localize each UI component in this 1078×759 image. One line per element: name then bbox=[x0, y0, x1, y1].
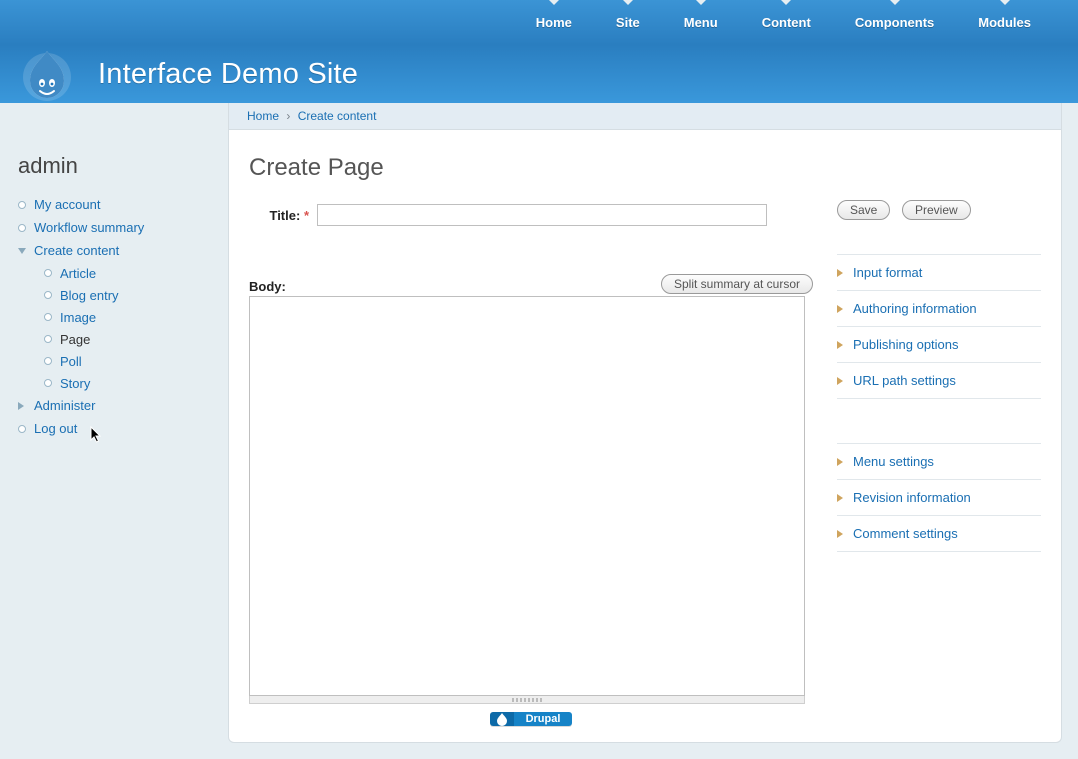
collapsed-arrow-icon bbox=[837, 530, 843, 538]
sidebar-item-label: Administer bbox=[34, 398, 95, 413]
main-panel: Home › Create content Create Page Title:… bbox=[228, 103, 1062, 743]
fieldset-label: Menu settings bbox=[853, 454, 934, 469]
fieldset-label: Authoring information bbox=[853, 301, 977, 316]
body-textarea[interactable] bbox=[249, 296, 805, 696]
bullet-icon bbox=[44, 313, 52, 321]
sidebar-item-page[interactable]: Page bbox=[44, 328, 218, 350]
fieldset-authoring-information[interactable]: Authoring information bbox=[837, 291, 1041, 327]
fieldset-label: Input format bbox=[853, 265, 922, 280]
breadcrumb-create-content[interactable]: Create content bbox=[298, 109, 377, 123]
sidebar: admin My account Workflow summary Create… bbox=[0, 103, 228, 450]
fieldset-publishing-options[interactable]: Publishing options bbox=[837, 327, 1041, 363]
sidebar-item-story[interactable]: Story bbox=[44, 372, 218, 394]
sidebar-item-create-content[interactable]: Create content bbox=[18, 239, 218, 262]
form-area: Create Page Title: * Body: Split summary… bbox=[249, 150, 813, 726]
bullet-icon bbox=[18, 201, 26, 209]
nav-content[interactable]: Content bbox=[740, 0, 833, 45]
fieldset-revision-information[interactable]: Revision information bbox=[837, 480, 1041, 516]
collapsed-arrow-icon bbox=[837, 305, 843, 313]
drupal-badge-label: Drupal bbox=[514, 712, 572, 726]
bullet-icon bbox=[44, 379, 52, 387]
bullet-icon bbox=[44, 335, 52, 343]
sidebar-item-administer[interactable]: Administer bbox=[18, 394, 218, 417]
breadcrumb: Home › Create content bbox=[229, 103, 1061, 130]
collapsed-arrow-icon bbox=[837, 377, 843, 385]
fieldset-label: URL path settings bbox=[853, 373, 956, 388]
sidebar-item-article[interactable]: Article bbox=[44, 262, 218, 284]
collapsed-arrow-icon bbox=[837, 458, 843, 466]
nav-site[interactable]: Site bbox=[594, 0, 662, 45]
sidebar-item-label: Page bbox=[60, 332, 90, 347]
sidebar-item-label: Workflow summary bbox=[34, 220, 144, 235]
site-title: Interface Demo Site bbox=[98, 58, 358, 91]
textarea-resize-handle[interactable] bbox=[249, 696, 805, 704]
sidebar-item-label: Story bbox=[60, 376, 90, 391]
title-label: Title: * bbox=[249, 208, 309, 223]
title-field-row: Title: * bbox=[249, 204, 813, 226]
collapsed-arrow-icon bbox=[837, 494, 843, 502]
sidebar-item-image[interactable]: Image bbox=[44, 306, 218, 328]
save-button[interactable]: Save bbox=[837, 200, 890, 220]
collapsed-icon bbox=[18, 402, 26, 410]
fieldset-label: Comment settings bbox=[853, 526, 958, 541]
required-marker: * bbox=[304, 208, 309, 223]
sidebar-item-blog-entry[interactable]: Blog entry bbox=[44, 284, 218, 306]
site-banner: Interface Demo Site bbox=[0, 45, 1078, 103]
fieldset-input-format[interactable]: Input format bbox=[837, 254, 1041, 291]
sidebar-item-log-out[interactable]: Log out bbox=[18, 417, 218, 440]
bullet-icon bbox=[18, 425, 26, 433]
sidebar-item-label: Poll bbox=[60, 354, 82, 369]
bullet-icon bbox=[44, 357, 52, 365]
fieldset-label: Publishing options bbox=[853, 337, 959, 352]
collapsed-arrow-icon bbox=[837, 341, 843, 349]
nav-modules[interactable]: Modules bbox=[956, 0, 1053, 45]
sidebar-item-label: Blog entry bbox=[60, 288, 119, 303]
sidebar-item-workflow-summary[interactable]: Workflow summary bbox=[18, 216, 218, 239]
fieldset-label: Revision information bbox=[853, 490, 971, 505]
nav-components[interactable]: Components bbox=[833, 0, 956, 45]
bullet-icon bbox=[44, 291, 52, 299]
sidebar-item-label: Article bbox=[60, 266, 96, 281]
page-title: Create Page bbox=[249, 154, 813, 182]
split-summary-button[interactable]: Split summary at cursor bbox=[661, 274, 813, 294]
drupal-badge[interactable]: Drupal bbox=[490, 712, 572, 726]
top-nav: Home Site Menu Content Components Module… bbox=[0, 0, 1078, 45]
sidebar-item-label: Image bbox=[60, 310, 96, 325]
sidebar-item-label: Create content bbox=[34, 243, 119, 258]
title-label-text: Title: bbox=[269, 208, 300, 223]
fieldset-url-path-settings[interactable]: URL path settings bbox=[837, 363, 1041, 399]
form-actions: Save Preview bbox=[837, 200, 1041, 220]
preview-button[interactable]: Preview bbox=[902, 200, 971, 220]
sidebar-item-my-account[interactable]: My account bbox=[18, 193, 218, 216]
collapsed-arrow-icon bbox=[837, 269, 843, 277]
drupal-logo-icon bbox=[20, 47, 74, 101]
bullet-icon bbox=[18, 224, 26, 232]
fieldset-menu-settings[interactable]: Menu settings bbox=[837, 443, 1041, 480]
sidebar-item-label: My account bbox=[34, 197, 100, 212]
body-label: Body: bbox=[249, 279, 286, 294]
breadcrumb-home[interactable]: Home bbox=[247, 109, 279, 123]
expanded-icon bbox=[18, 248, 26, 254]
title-input[interactable] bbox=[317, 204, 767, 226]
sidebar-item-poll[interactable]: Poll bbox=[44, 350, 218, 372]
nav-menu[interactable]: Menu bbox=[662, 0, 740, 45]
fieldset-comment-settings[interactable]: Comment settings bbox=[837, 516, 1041, 552]
sidebar-item-label: Log out bbox=[34, 421, 77, 436]
bullet-icon bbox=[44, 269, 52, 277]
sidebar-heading: admin bbox=[18, 153, 218, 179]
grip-icon bbox=[512, 698, 542, 702]
right-rail: Save Preview Input format Authoring info… bbox=[837, 150, 1041, 726]
breadcrumb-separator: › bbox=[286, 109, 290, 123]
drupal-drop-icon bbox=[490, 712, 514, 726]
nav-home[interactable]: Home bbox=[514, 0, 594, 45]
